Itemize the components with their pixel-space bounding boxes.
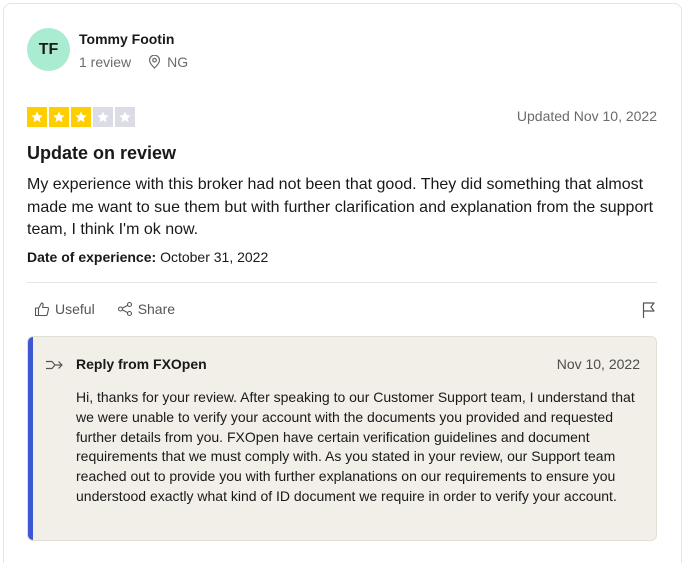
star-filled-icon bbox=[49, 107, 69, 127]
star-empty-icon bbox=[93, 107, 113, 127]
date-of-experience-label: Date of experience: bbox=[27, 249, 157, 265]
star-filled-icon bbox=[71, 107, 91, 127]
reply-arrow-icon bbox=[46, 360, 63, 370]
reply-date: Nov 10, 2022 bbox=[556, 356, 640, 372]
date-of-experience: Date of experience: October 31, 2022 bbox=[27, 249, 268, 265]
share-icon bbox=[117, 301, 132, 317]
author-name[interactable]: Tommy Footin bbox=[79, 31, 174, 47]
review-title[interactable]: Update on review bbox=[27, 143, 176, 164]
review-body: My experience with this broker had not b… bbox=[27, 176, 654, 238]
thumbs-up-icon bbox=[34, 302, 50, 317]
star-empty-icon bbox=[115, 107, 135, 127]
company-reply: Reply from FXOpen Nov 10, 2022 Hi, thank… bbox=[27, 336, 657, 541]
useful-button[interactable]: Useful bbox=[34, 301, 95, 317]
location-pin-icon bbox=[149, 55, 161, 69]
location-code: NG bbox=[167, 54, 189, 70]
share-button[interactable]: Share bbox=[117, 301, 175, 317]
updated-date: Updated Nov 10, 2022 bbox=[516, 108, 657, 124]
avatar-initials: TF bbox=[38, 40, 59, 58]
divider bbox=[27, 282, 657, 283]
review-actions: Useful Share bbox=[34, 301, 197, 317]
useful-label: Useful bbox=[55, 301, 95, 317]
share-label: Share bbox=[137, 301, 176, 317]
author-location: NG bbox=[148, 54, 188, 70]
flag-icon bbox=[642, 302, 655, 318]
report-flag-button[interactable] bbox=[642, 301, 656, 324]
date-of-experience-value: October 31, 2022 bbox=[160, 249, 269, 265]
reply-from: Reply from FXOpen bbox=[76, 356, 207, 372]
review-count: 1 review bbox=[79, 54, 132, 70]
star-rating bbox=[27, 107, 135, 127]
reply-accent-bar bbox=[28, 337, 33, 540]
reply-text: Hi, thanks for your review. After speaki… bbox=[76, 389, 635, 504]
avatar[interactable]: TF bbox=[27, 28, 70, 71]
star-filled-icon bbox=[27, 107, 47, 127]
author-meta: 1 review NG bbox=[79, 54, 188, 70]
